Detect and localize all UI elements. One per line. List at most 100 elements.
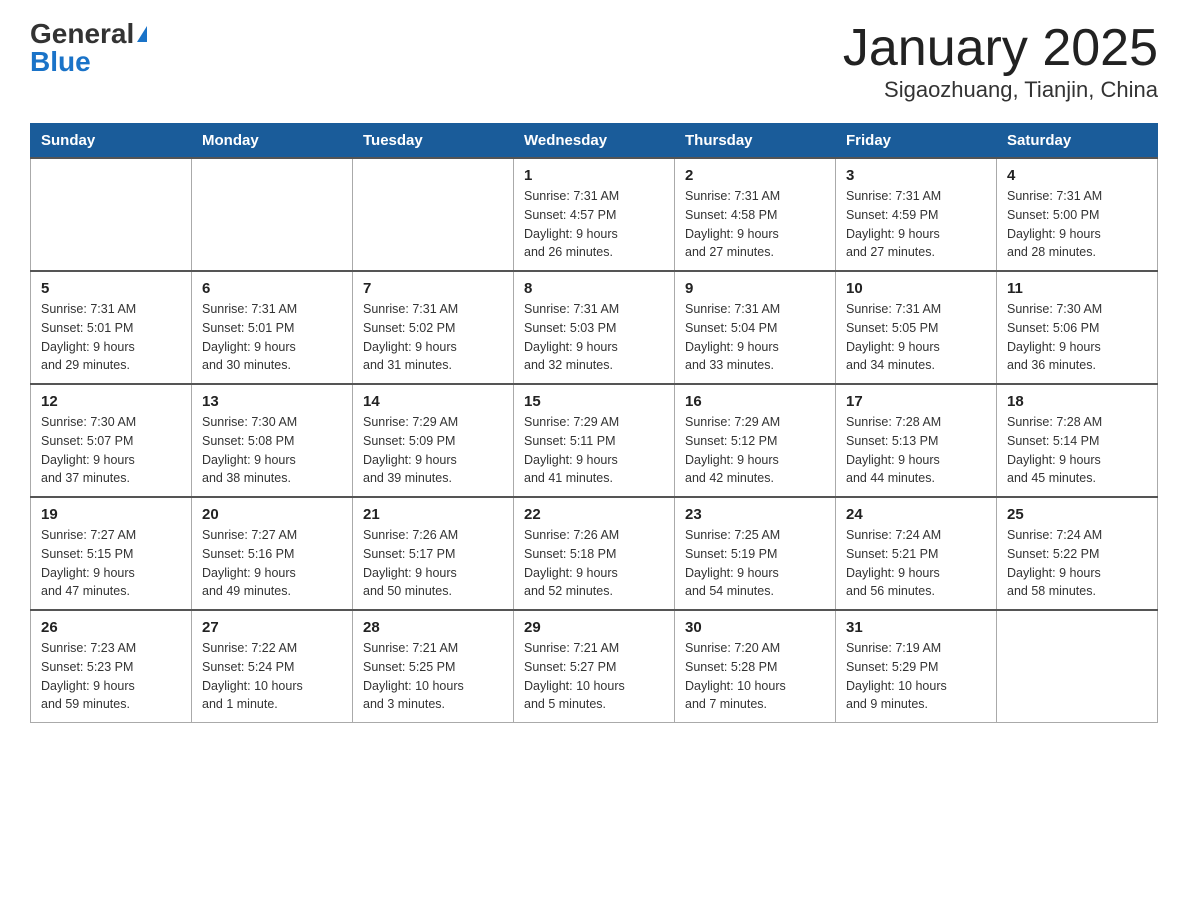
day-info: Sunrise: 7:27 AMSunset: 5:15 PMDaylight:… bbox=[41, 526, 181, 601]
calendar-cell: 3Sunrise: 7:31 AMSunset: 4:59 PMDaylight… bbox=[836, 158, 997, 271]
calendar-header-thursday: Thursday bbox=[675, 124, 836, 159]
day-info: Sunrise: 7:19 AMSunset: 5:29 PMDaylight:… bbox=[846, 639, 986, 714]
calendar-cell: 23 Sunrise: 7:25 AMSunset: 5:19 PMDayligh… bbox=[675, 497, 836, 610]
calendar-cell: 5 Sunrise: 7:31 AMSunset: 5:01 PMDaylight… bbox=[31, 271, 192, 384]
calendar-week-3: 12 Sunrise: 7:30 AMSunset: 5:07 PMDayligh… bbox=[31, 384, 1158, 497]
calendar-cell bbox=[192, 158, 353, 271]
calendar-cell: 2 Sunrise: 7:31 AMSunset: 4:58 PMDaylight… bbox=[675, 158, 836, 271]
day-info: Sunrise: 7:31 AMSunset: 4:59 PMDaylight:… bbox=[846, 187, 986, 262]
calendar-cell: 17 Sunrise: 7:28 AMSunset: 5:13 PMDayligh… bbox=[836, 384, 997, 497]
calendar-cell bbox=[353, 158, 514, 271]
calendar-cell: 26 Sunrise: 7:23 AMSunset: 5:23 PMDayligh… bbox=[31, 610, 192, 723]
calendar-cell: 21 Sunrise: 7:26 AMSunset: 5:17 PMDayligh… bbox=[353, 497, 514, 610]
calendar-cell: 27 Sunrise: 7:22 AMSunset: 5:24 PMDayligh… bbox=[192, 610, 353, 723]
day-info: Sunrise: 7:25 AMSunset: 5:19 PMDaylight:… bbox=[685, 526, 825, 601]
day-number: 27 bbox=[202, 619, 342, 636]
day-info: Sunrise: 7:22 AMSunset: 5:24 PMDaylight:… bbox=[202, 639, 342, 714]
day-number: 25 bbox=[1007, 506, 1147, 523]
calendar-cell: 1 Sunrise: 7:31 AMSunset: 4:57 PMDaylight… bbox=[514, 158, 675, 271]
day-info: Sunrise: 7:30 AMSunset: 5:07 PMDaylight:… bbox=[41, 413, 181, 488]
calendar-cell: 18Sunrise: 7:28 AMSunset: 5:14 PMDayligh… bbox=[997, 384, 1158, 497]
day-number: 12 bbox=[41, 393, 181, 410]
day-info: Sunrise: 7:31 AMSunset: 5:04 PMDaylight:… bbox=[685, 300, 825, 375]
day-number: 4 bbox=[1007, 167, 1147, 184]
day-number: 30 bbox=[685, 619, 825, 636]
day-info: Sunrise: 7:31 AMSunset: 5:01 PMDaylight:… bbox=[41, 300, 181, 375]
calendar-header-tuesday: Tuesday bbox=[353, 124, 514, 159]
day-info: Sunrise: 7:28 AMSunset: 5:14 PMDaylight:… bbox=[1007, 413, 1147, 488]
day-number: 29 bbox=[524, 619, 664, 636]
day-info: Sunrise: 7:29 AMSunset: 5:09 PMDaylight:… bbox=[363, 413, 503, 488]
day-number: 17 bbox=[846, 393, 986, 410]
calendar-cell bbox=[997, 610, 1158, 723]
day-number: 31 bbox=[846, 619, 986, 636]
page-header: General Blue January 2025 Sigaozhuang, T… bbox=[30, 20, 1158, 103]
calendar-cell: 12 Sunrise: 7:30 AMSunset: 5:07 PMDayligh… bbox=[31, 384, 192, 497]
calendar-header-saturday: Saturday bbox=[997, 124, 1158, 159]
calendar-cell: 10Sunrise: 7:31 AMSunset: 5:05 PMDayligh… bbox=[836, 271, 997, 384]
calendar-week-2: 5 Sunrise: 7:31 AMSunset: 5:01 PMDaylight… bbox=[31, 271, 1158, 384]
logo-triangle-icon bbox=[137, 26, 147, 42]
day-info: Sunrise: 7:31 AMSunset: 4:58 PMDaylight:… bbox=[685, 187, 825, 262]
calendar-week-1: 1 Sunrise: 7:31 AMSunset: 4:57 PMDaylight… bbox=[31, 158, 1158, 271]
calendar-cell: 30 Sunrise: 7:20 AMSunset: 5:28 PMDayligh… bbox=[675, 610, 836, 723]
day-info: Sunrise: 7:31 AMSunset: 5:01 PMDaylight:… bbox=[202, 300, 342, 375]
calendar-cell: 22 Sunrise: 7:26 AMSunset: 5:18 PMDayligh… bbox=[514, 497, 675, 610]
day-number: 21 bbox=[363, 506, 503, 523]
day-number: 8 bbox=[524, 280, 664, 297]
day-info: Sunrise: 7:30 AMSunset: 5:06 PMDaylight:… bbox=[1007, 300, 1147, 375]
day-info: Sunrise: 7:27 AMSunset: 5:16 PMDaylight:… bbox=[202, 526, 342, 601]
calendar-header-sunday: Sunday bbox=[31, 124, 192, 159]
logo-general-text: General bbox=[30, 20, 134, 48]
day-info: Sunrise: 7:24 AMSunset: 5:21 PMDaylight:… bbox=[846, 526, 986, 601]
day-number: 5 bbox=[41, 280, 181, 297]
day-info: Sunrise: 7:21 AMSunset: 5:27 PMDaylight:… bbox=[524, 639, 664, 714]
calendar-cell: 13 Sunrise: 7:30 AMSunset: 5:08 PMDayligh… bbox=[192, 384, 353, 497]
title-block: January 2025 Sigaozhuang, Tianjin, China bbox=[843, 20, 1158, 103]
day-number: 1 bbox=[524, 167, 664, 184]
calendar-cell: 9Sunrise: 7:31 AMSunset: 5:04 PMDaylight… bbox=[675, 271, 836, 384]
day-info: Sunrise: 7:31 AMSunset: 5:03 PMDaylight:… bbox=[524, 300, 664, 375]
day-number: 20 bbox=[202, 506, 342, 523]
calendar-cell: 8 Sunrise: 7:31 AMSunset: 5:03 PMDaylight… bbox=[514, 271, 675, 384]
day-info: Sunrise: 7:31 AMSunset: 5:05 PMDaylight:… bbox=[846, 300, 986, 375]
day-number: 11 bbox=[1007, 280, 1147, 297]
day-number: 26 bbox=[41, 619, 181, 636]
calendar-cell: 11 Sunrise: 7:30 AMSunset: 5:06 PMDayligh… bbox=[997, 271, 1158, 384]
calendar-header-monday: Monday bbox=[192, 124, 353, 159]
calendar-cell: 20 Sunrise: 7:27 AMSunset: 5:16 PMDayligh… bbox=[192, 497, 353, 610]
day-number: 15 bbox=[524, 393, 664, 410]
day-info: Sunrise: 7:21 AMSunset: 5:25 PMDaylight:… bbox=[363, 639, 503, 714]
day-number: 28 bbox=[363, 619, 503, 636]
calendar-cell: 16Sunrise: 7:29 AMSunset: 5:12 PMDayligh… bbox=[675, 384, 836, 497]
day-info: Sunrise: 7:20 AMSunset: 5:28 PMDaylight:… bbox=[685, 639, 825, 714]
calendar-cell: 7Sunrise: 7:31 AMSunset: 5:02 PMDaylight… bbox=[353, 271, 514, 384]
day-info: Sunrise: 7:29 AMSunset: 5:12 PMDaylight:… bbox=[685, 413, 825, 488]
day-info: Sunrise: 7:23 AMSunset: 5:23 PMDaylight:… bbox=[41, 639, 181, 714]
day-number: 13 bbox=[202, 393, 342, 410]
calendar-cell: 19Sunrise: 7:27 AMSunset: 5:15 PMDayligh… bbox=[31, 497, 192, 610]
calendar-cell: 29 Sunrise: 7:21 AMSunset: 5:27 PMDayligh… bbox=[514, 610, 675, 723]
day-number: 2 bbox=[685, 167, 825, 184]
day-number: 23 bbox=[685, 506, 825, 523]
day-info: Sunrise: 7:29 AMSunset: 5:11 PMDaylight:… bbox=[524, 413, 664, 488]
day-number: 14 bbox=[363, 393, 503, 410]
day-info: Sunrise: 7:26 AMSunset: 5:17 PMDaylight:… bbox=[363, 526, 503, 601]
day-info: Sunrise: 7:28 AMSunset: 5:13 PMDaylight:… bbox=[846, 413, 986, 488]
day-number: 6 bbox=[202, 280, 342, 297]
day-info: Sunrise: 7:31 AMSunset: 4:57 PMDaylight:… bbox=[524, 187, 664, 262]
calendar-cell: 15 Sunrise: 7:29 AMSunset: 5:11 PMDayligh… bbox=[514, 384, 675, 497]
day-number: 24 bbox=[846, 506, 986, 523]
day-info: Sunrise: 7:31 AMSunset: 5:00 PMDaylight:… bbox=[1007, 187, 1147, 262]
calendar-cell: 31 Sunrise: 7:19 AMSunset: 5:29 PMDayligh… bbox=[836, 610, 997, 723]
location-subtitle: Sigaozhuang, Tianjin, China bbox=[843, 77, 1158, 103]
calendar-cell: 28 Sunrise: 7:21 AMSunset: 5:25 PMDayligh… bbox=[353, 610, 514, 723]
calendar-cell: 24 Sunrise: 7:24 AMSunset: 5:21 PMDayligh… bbox=[836, 497, 997, 610]
day-number: 22 bbox=[524, 506, 664, 523]
day-info: Sunrise: 7:26 AMSunset: 5:18 PMDaylight:… bbox=[524, 526, 664, 601]
calendar-header-wednesday: Wednesday bbox=[514, 124, 675, 159]
calendar-cell: 4 Sunrise: 7:31 AMSunset: 5:00 PMDaylight… bbox=[997, 158, 1158, 271]
day-info: Sunrise: 7:30 AMSunset: 5:08 PMDaylight:… bbox=[202, 413, 342, 488]
calendar-header-friday: Friday bbox=[836, 124, 997, 159]
day-info: Sunrise: 7:31 AMSunset: 5:02 PMDaylight:… bbox=[363, 300, 503, 375]
